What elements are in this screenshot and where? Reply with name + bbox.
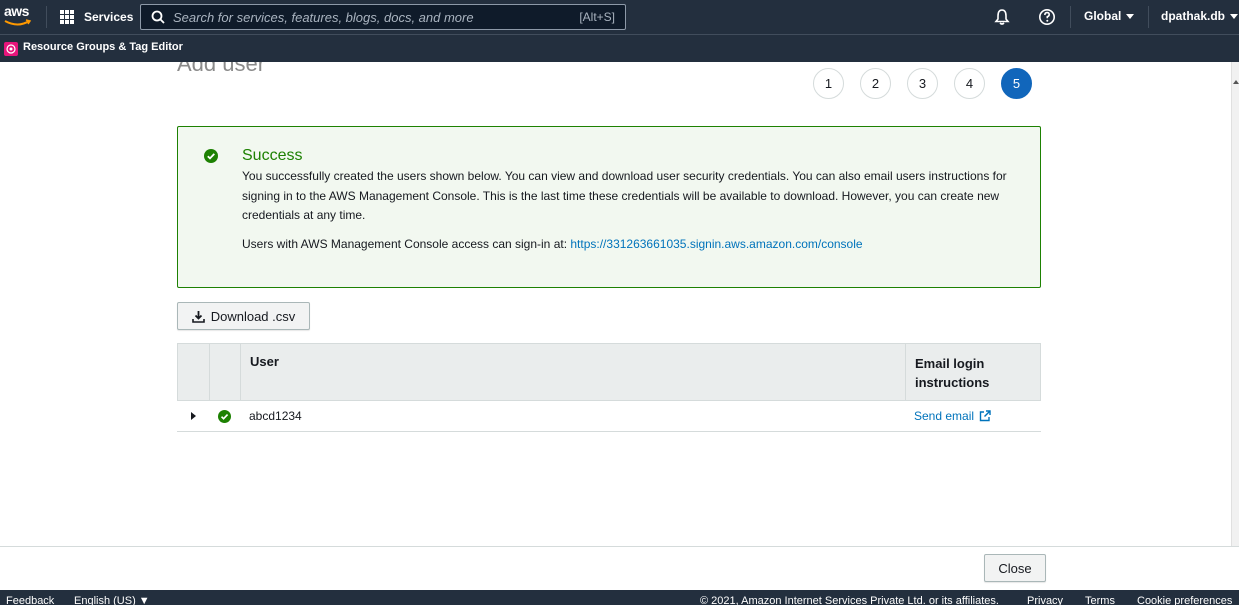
success-check-icon [204,149,218,163]
send-email-label: Send email [914,409,975,423]
signin-prefix: Users with AWS Management Console access… [242,237,571,251]
caret-right-icon [190,412,196,420]
cookie-preferences-link[interactable]: Cookie preferences [1137,595,1232,605]
wizard-step-4[interactable]: 4 [954,68,985,99]
wizard-steps: 1 2 3 4 5 [813,68,1048,99]
wizard-step-1[interactable]: 1 [813,68,844,99]
header-expand-col [178,344,210,400]
region-label: Global [1084,9,1122,23]
services-label: Services [84,10,134,24]
search-shortcut-hint: [Alt+S] [579,10,615,24]
main-content: Add user 1 2 3 4 5 Success You successfu… [0,62,1231,546]
terms-link[interactable]: Terms [1085,595,1115,605]
resource-groups-icon [4,42,18,56]
help-icon[interactable] [1038,8,1056,26]
wizard-step-5: 5 [1001,68,1032,99]
scroll-up-arrow-icon[interactable] [1233,80,1239,84]
search-input[interactable] [173,9,580,25]
language-selector[interactable]: English (US) ▼ [74,595,150,605]
download-csv-label: Download .csv [210,308,296,324]
global-search[interactable]: [Alt+S] [140,4,626,30]
download-csv-button[interactable]: Download .csv [177,302,310,330]
caret-down-icon [1230,13,1239,19]
wizard-step-3[interactable]: 3 [907,68,938,99]
nav-divider [1070,6,1071,28]
bell-icon[interactable] [993,8,1011,26]
nav-divider [1148,6,1149,28]
grid-icon [60,10,74,24]
send-email-link[interactable]: Send email [905,409,1041,423]
top-navigation-bar: aws Services [Alt+S] Global dpathak.db [0,0,1239,34]
resource-groups-shortcut[interactable]: Resource Groups & Tag Editor [23,41,183,53]
header-email-instructions: Email login instructions [915,356,990,390]
aws-smile-icon [4,19,32,26]
search-icon [151,10,165,24]
row-user-name: abcd1234 [249,409,302,423]
service-shortcut-bar: Resource Groups & Tag Editor [0,34,1239,62]
account-menu[interactable]: dpathak.db [1161,9,1239,23]
success-alert: Success You successfully created the use… [177,126,1041,288]
row-expand-toggle[interactable] [177,412,209,420]
page-title: Add user [177,62,266,76]
table-row: abcd1234 Send email [177,401,1041,432]
close-button[interactable]: Close [984,554,1046,582]
nav-divider [46,6,47,28]
success-check-icon [218,409,231,423]
region-selector[interactable]: Global [1084,9,1135,23]
external-link-icon [979,410,991,422]
users-table: User Email login instructions abcd1234 S… [177,343,1041,432]
feedback-link[interactable]: Feedback [6,595,54,605]
aws-logo-text: aws [4,3,29,19]
signin-info: Users with AWS Management Console access… [242,237,863,251]
privacy-link[interactable]: Privacy [1027,595,1063,605]
wizard-step-2[interactable]: 2 [860,68,891,99]
services-menu-button[interactable]: Services [60,5,133,29]
header-user: User [241,344,906,400]
content-scrollbar[interactable] [1231,62,1239,546]
wizard-action-bar: Close [0,546,1239,590]
success-title: Success [242,147,303,164]
account-label: dpathak.db [1161,9,1226,23]
copyright-text: © 2021, Amazon Internet Services Private… [700,595,999,605]
download-icon [191,310,205,323]
aws-logo[interactable]: aws [4,4,36,30]
table-header: User Email login instructions [177,343,1041,401]
header-status-col [210,344,241,400]
console-footer: Feedback English (US) ▼ © 2021, Amazon I… [0,590,1239,605]
signin-url-link[interactable]: https://331263661035.signin.aws.amazon.c… [570,237,862,251]
caret-down-icon [1126,13,1135,19]
row-status [209,409,240,423]
success-message: You successfully created the users shown… [242,169,1007,222]
